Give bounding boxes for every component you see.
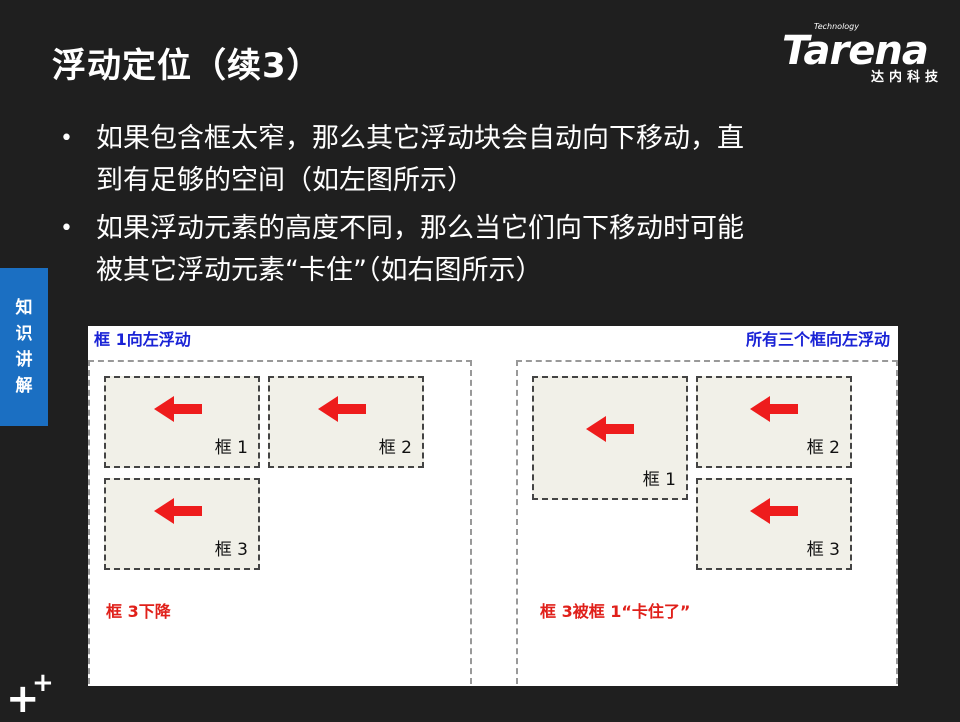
bullet-item: • 如果包含框太窄，那么其它浮动块会自动向下移动，直 到有足够的空间（如左图所示… [60, 118, 920, 202]
box-label: 框 2 [378, 438, 412, 458]
logo-sub-text: 达内科技 [870, 70, 943, 85]
left-arrow-icon [318, 396, 366, 422]
tab-char: 解 [15, 376, 33, 396]
tab-char: 知 [15, 298, 33, 318]
bullet-line: 如果包含框太窄，那么其它浮动块会自动向下移动，直 [96, 123, 744, 154]
float-box: 框 1 [104, 376, 260, 468]
float-box: 框 1 [532, 376, 688, 500]
float-box: 框 3 [696, 478, 852, 570]
left-arrow-icon [586, 416, 634, 442]
box-label: 框 2 [806, 438, 840, 458]
left-note: 框 3下降 [106, 602, 171, 621]
left-arrow-icon [750, 396, 798, 422]
bullet-line: 被其它浮动元素“卡住”（如右图所示） [96, 255, 543, 286]
box-label: 框 1 [642, 470, 676, 490]
slide: 浮动定位（续3） Technology Tarena 达内科技 • 如果包含框太… [0, 0, 960, 722]
left-arrow-icon [154, 396, 202, 422]
right-caption: 所有三个框向左浮动 [745, 330, 890, 349]
right-note: 框 3被框 1“卡住了” [540, 602, 691, 621]
bullet-list: • 如果包含框太窄，那么其它浮动块会自动向下移动，直 到有足够的空间（如左图所示… [60, 118, 920, 298]
box-label: 框 3 [806, 540, 840, 560]
left-arrow-icon [750, 498, 798, 524]
float-box: 框 3 [104, 478, 260, 570]
bullet-item: • 如果浮动元素的高度不同，那么当它们向下移动时可能 被其它浮动元素“卡住”（如… [60, 208, 920, 292]
tab-char: 识 [15, 324, 33, 344]
box-label: 框 3 [214, 540, 248, 560]
box-label: 框 1 [214, 438, 248, 458]
left-container: 框 1 框 2 框 3 框 3下降 [88, 360, 472, 684]
bullet-line: 到有足够的空间（如左图所示） [96, 165, 474, 196]
float-diagram: 框 1向左浮动 所有三个框向左浮动 框 1 框 2 框 3 框 3下降 框 1 [88, 326, 898, 686]
bullet-line: 如果浮动元素的高度不同，那么当它们向下移动时可能 [96, 213, 744, 244]
tarena-logo: Technology Tarena 达内科技 [782, 22, 947, 85]
knowledge-tab[interactable]: 知 识 讲 解 [0, 268, 48, 426]
bullet-dot: • [60, 126, 73, 151]
float-box: 框 2 [696, 376, 852, 468]
slide-title: 浮动定位（续3） [52, 46, 322, 86]
float-box: 框 2 [268, 376, 424, 468]
tab-char: 讲 [15, 350, 33, 370]
bullet-dot: • [60, 216, 73, 241]
left-arrow-icon [154, 498, 202, 524]
right-container: 框 1 框 2 框 3 框 3被框 1“卡住了” [516, 360, 898, 684]
left-caption: 框 1向左浮动 [94, 330, 191, 349]
